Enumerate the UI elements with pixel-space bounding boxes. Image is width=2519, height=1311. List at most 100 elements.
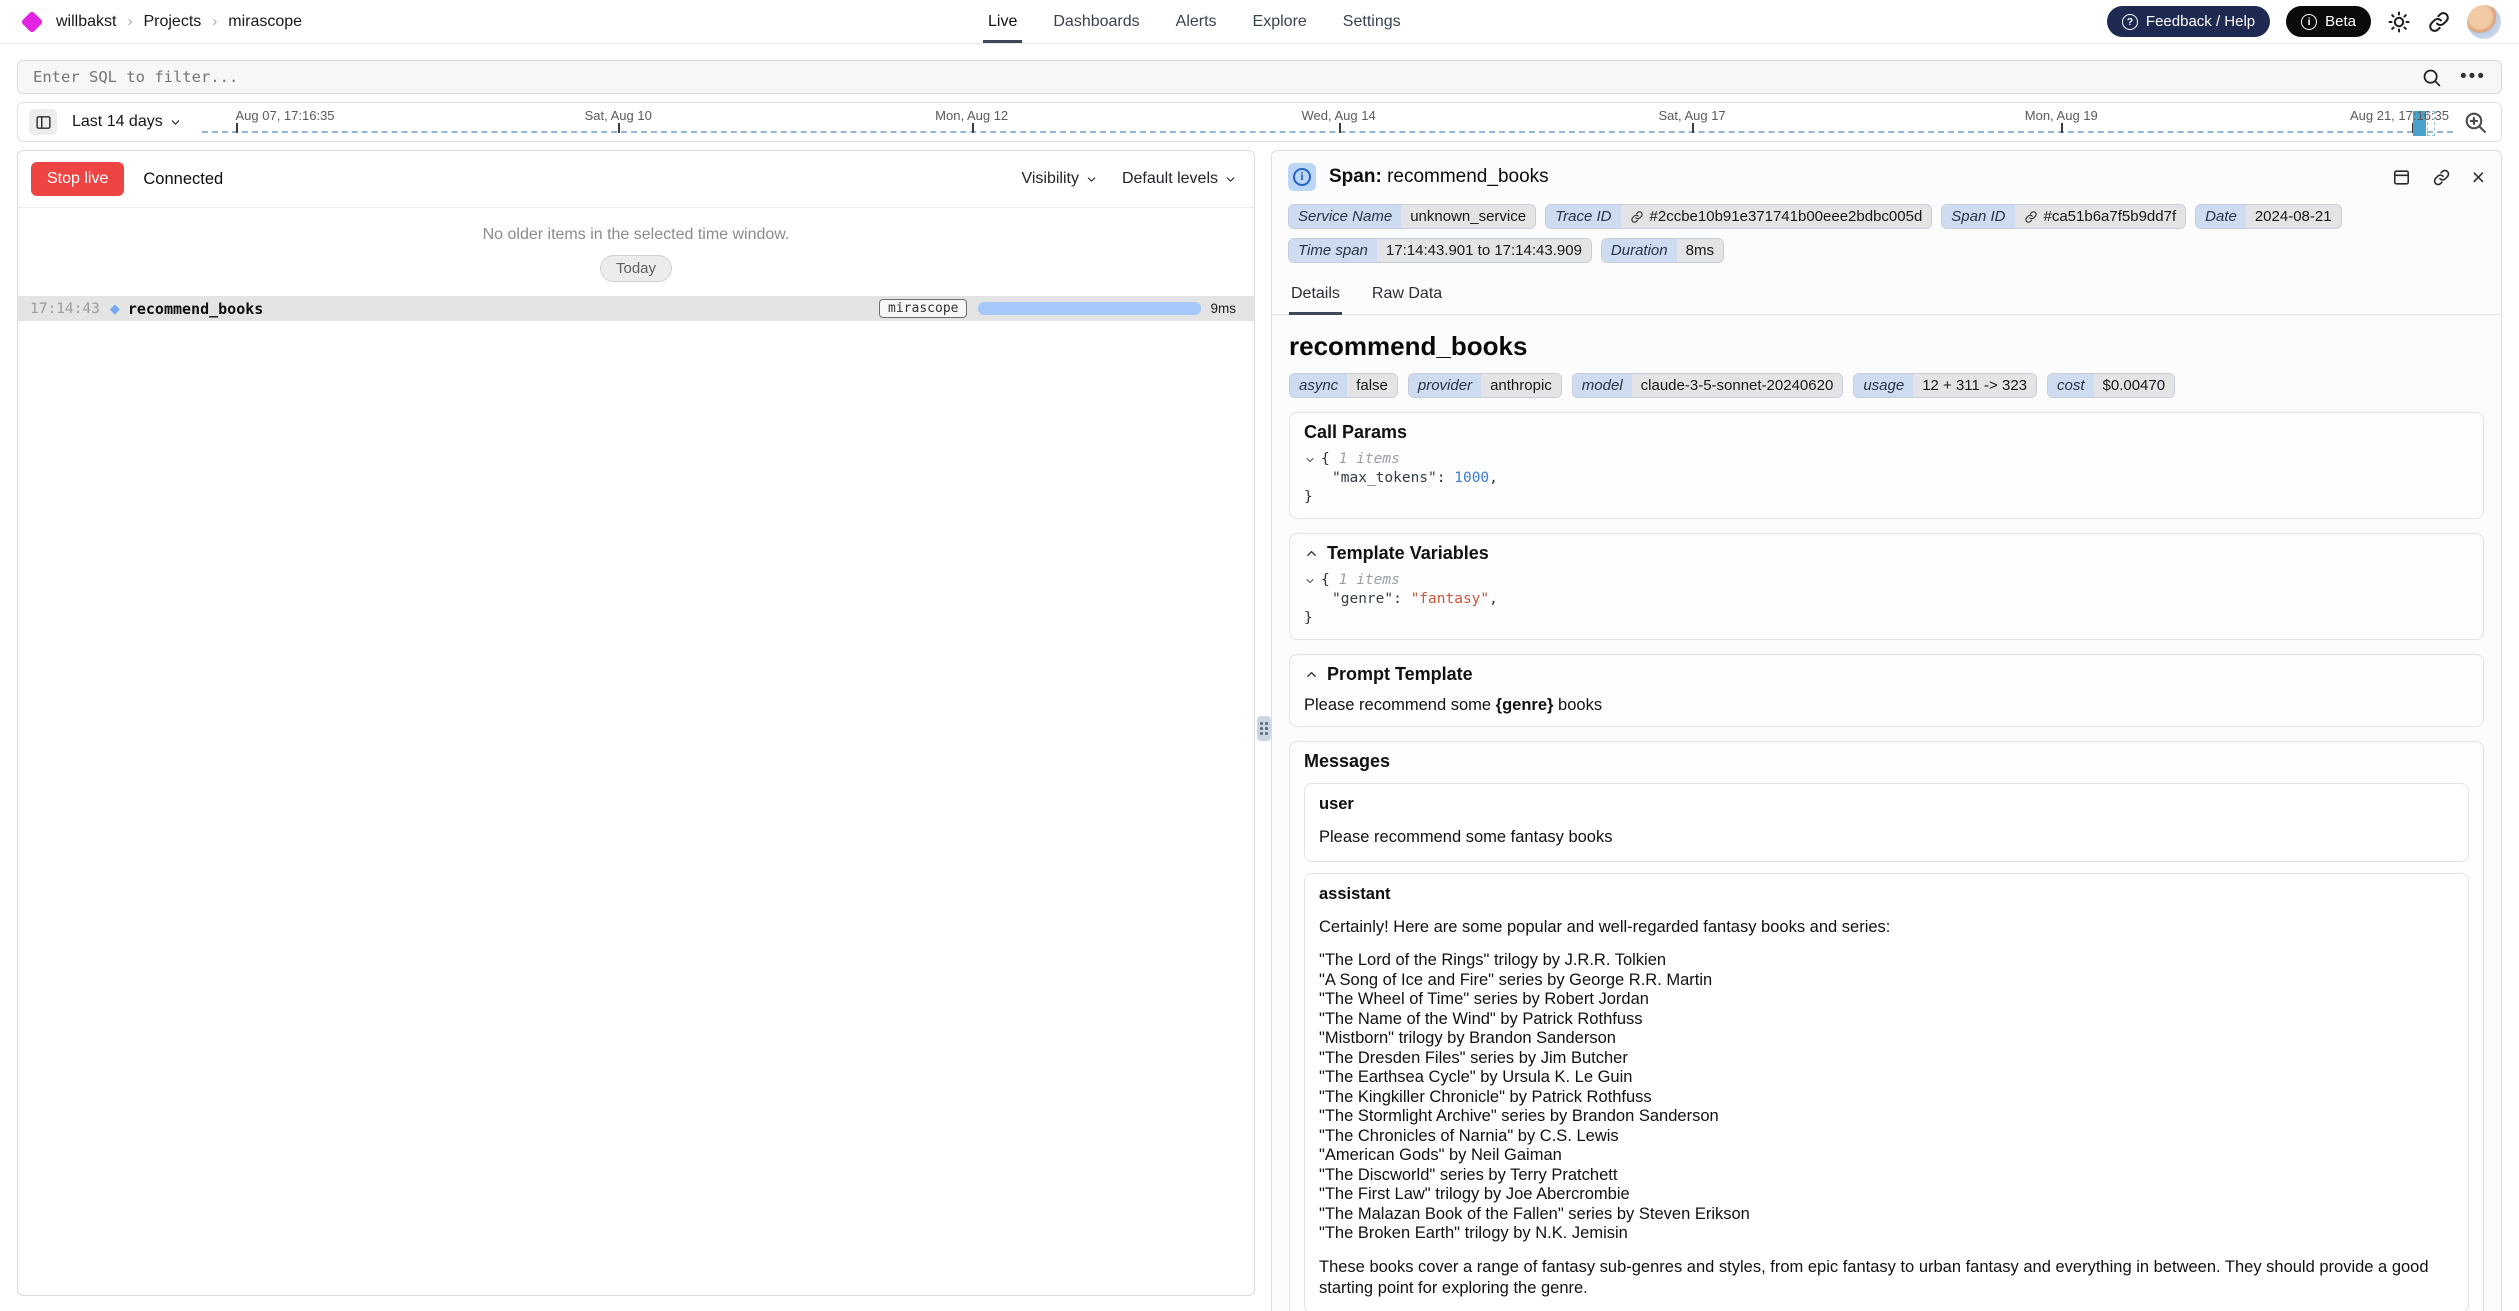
copy-link-icon[interactable]	[2432, 168, 2451, 187]
book-line: "The Chronicles of Narnia" by C.S. Lewis	[1319, 1127, 2454, 1147]
share-link-icon[interactable]	[2427, 10, 2451, 34]
badge-value: 12 + 311 -> 323	[1913, 374, 2036, 397]
empty-window-message: No older items in the selected time wind…	[18, 226, 1254, 244]
span-tabs: Details Raw Data	[1272, 276, 2501, 315]
nav-tab-alerts[interactable]: Alerts	[1176, 0, 1217, 43]
stop-live-button[interactable]: Stop live	[31, 162, 124, 196]
span-panel: i Span: recommend_books × Service Nameun…	[1271, 150, 2502, 1311]
span-title: Span: recommend_books	[1329, 166, 1549, 188]
theme-toggle-icon[interactable]	[2387, 10, 2411, 34]
breadcrumb-separator: ›	[212, 13, 217, 30]
book-list: "The Lord of the Rings" trilogy by J.R.R…	[1319, 951, 2454, 1244]
live-panel: Stop live Connected Visibility Default l…	[17, 150, 1255, 1296]
badge-model: modelclaude-3-5-sonnet-20240620	[1572, 373, 1844, 398]
book-line: "A Song of Ice and Fire" series by Georg…	[1319, 971, 2454, 991]
close-icon[interactable]: ×	[2472, 166, 2485, 189]
badge-label: Span ID	[1942, 205, 2014, 228]
span-tab-details[interactable]: Details	[1289, 276, 1342, 314]
feedback-help-button[interactable]: ? Feedback / Help	[2107, 6, 2270, 37]
nav-tab-settings[interactable]: Settings	[1343, 0, 1401, 43]
chevron-up-icon	[1304, 667, 1319, 682]
collapse-json-icon[interactable]	[1304, 575, 1316, 587]
badge-value: anthropic	[1481, 374, 1561, 397]
more-options-icon[interactable]: •••	[2460, 66, 2486, 88]
timeline-tick-label: Aug 07, 17:16:35	[236, 108, 335, 123]
messages-card: Messages user Please recommend some fanta…	[1289, 741, 2484, 1311]
timeline-tick	[2061, 123, 2063, 133]
timeline-track[interactable]: Aug 07, 17:16:35Sat, Aug 10Mon, Aug 12We…	[202, 103, 2453, 141]
badge-label: Time span	[1289, 239, 1377, 262]
connection-status: Connected	[143, 170, 223, 189]
collapse-json-icon[interactable]	[1304, 454, 1316, 466]
badge-async: asyncfalse	[1289, 373, 1398, 398]
span-attribute-badges: asyncfalseprovideranthropicmodelclaude-3…	[1289, 373, 2484, 398]
span-panel-header: i Span: recommend_books ×	[1272, 151, 2501, 199]
span-diamond-icon: ◆	[110, 301, 120, 317]
main-split: Stop live Connected Visibility Default l…	[17, 150, 2502, 1311]
book-line: "The Malazan Book of the Fallen" series …	[1319, 1205, 2454, 1225]
link-icon[interactable]	[2024, 210, 2038, 224]
call-params-title: Call Params	[1304, 422, 2469, 443]
search-icon[interactable]	[2421, 67, 2442, 88]
trace-name: recommend_books	[128, 300, 263, 318]
message-role: assistant	[1319, 885, 2454, 904]
book-line: "The Lord of the Rings" trilogy by J.R.R…	[1319, 951, 2454, 971]
message-assistant: assistant Certainly! Here are some popula…	[1304, 873, 2469, 1311]
info-icon: i	[2301, 14, 2317, 30]
default-levels-dropdown[interactable]: Default levels	[1122, 170, 1237, 188]
timeline-tick	[1692, 123, 1694, 133]
chevron-down-icon	[1224, 173, 1237, 186]
badge-trace-id: Trace ID#2ccbe10b91e371741b00eee2bdbc005…	[1545, 204, 1932, 229]
nav-tab-dashboards[interactable]: Dashboards	[1053, 0, 1139, 43]
book-line: "The Discworld" series by Terry Pratchet…	[1319, 1166, 2454, 1186]
breadcrumb-projects[interactable]: Projects	[143, 13, 201, 31]
time-range-label: Last 14 days	[72, 113, 163, 131]
badge-label: async	[1290, 374, 1347, 397]
nav-tab-live[interactable]: Live	[988, 0, 1017, 43]
top-nav: willbakst›Projects›mirascope LiveDashboa…	[0, 0, 2519, 44]
breadcrumb-mirascope[interactable]: mirascope	[228, 13, 302, 31]
link-icon[interactable]	[1630, 210, 1644, 224]
day-divider-pill: Today	[600, 255, 672, 282]
app-window: willbakst›Projects›mirascope LiveDashboa…	[0, 0, 2519, 1311]
badge-label: Duration	[1602, 239, 1677, 262]
beta-button[interactable]: i Beta	[2286, 6, 2371, 37]
panel-resize-handle[interactable]	[1257, 716, 1271, 741]
span-details: recommend_books asyncfalseprovideranthro…	[1272, 315, 2501, 1311]
prompt-template-text: Please recommend some {genre} books	[1304, 696, 2469, 715]
message-text: Please recommend some fantasy books	[1319, 827, 2454, 848]
message-role: user	[1319, 795, 2454, 814]
timeline-tick	[236, 123, 238, 133]
prompt-template-title[interactable]: Prompt Template	[1304, 664, 2469, 685]
badge-date: Date2024-08-21	[2195, 204, 2341, 229]
zoom-in-icon[interactable]	[2463, 110, 2488, 135]
timeline-tick-label: Sat, Aug 17	[1658, 108, 1725, 123]
chevron-down-icon	[1085, 173, 1098, 186]
book-line: "The Dresden Files" series by Jim Butche…	[1319, 1049, 2454, 1069]
template-variables-title[interactable]: Template Variables	[1304, 543, 2469, 564]
badge-value: #ca51b6a7f5b9dd7f	[2015, 205, 2186, 228]
message-user: user Please recommend some fantasy books	[1304, 783, 2469, 862]
visibility-dropdown[interactable]: Visibility	[1021, 170, 1098, 188]
feedback-help-label: Feedback / Help	[2146, 13, 2255, 30]
span-tab-raw-data[interactable]: Raw Data	[1370, 276, 1444, 314]
nav-tab-explore[interactable]: Explore	[1253, 0, 1307, 43]
badge-label: cost	[2048, 374, 2094, 397]
badge-value: #2ccbe10b91e371741b00eee2bdbc005d	[1621, 205, 1932, 228]
sql-filter-input[interactable]	[33, 68, 2421, 86]
messages-title: Messages	[1304, 751, 2469, 772]
dock-panel-icon[interactable]	[2392, 168, 2411, 187]
message-text: Certainly! Here are some popular and wel…	[1319, 917, 2454, 938]
timeline-tick-label: Mon, Aug 12	[935, 108, 1008, 123]
user-avatar[interactable]	[2467, 5, 2501, 39]
breadcrumb-willbakst[interactable]: willbakst	[56, 13, 116, 31]
sidebar-toggle-icon[interactable]	[29, 109, 57, 135]
badge-label: usage	[1854, 374, 1913, 397]
time-range-select[interactable]: Last 14 days	[72, 113, 182, 131]
badge-value: 17:14:43.901 to 17:14:43.909	[1377, 239, 1591, 262]
timeline-tick-label: Wed, Aug 14	[1302, 108, 1376, 123]
trace-row[interactable]: 17:14:43◆recommend_booksmirascope9ms	[18, 296, 1254, 321]
brand-logo-icon[interactable]	[21, 10, 44, 33]
duration-bar	[978, 302, 1201, 315]
timeline-tick	[618, 123, 620, 133]
